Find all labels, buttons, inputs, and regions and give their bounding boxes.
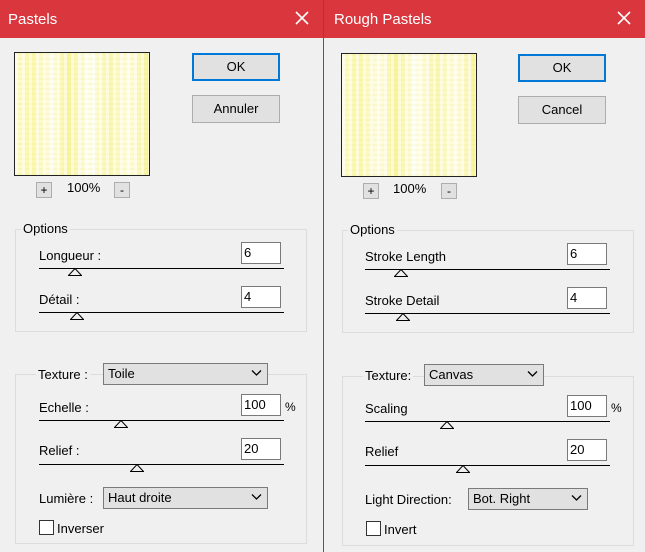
options-label: Options xyxy=(21,221,70,236)
zoom-in-button[interactable]: + xyxy=(36,182,52,198)
preview-image[interactable] xyxy=(14,52,150,176)
zoom-out-button[interactable]: - xyxy=(114,182,130,198)
scaling-input[interactable]: 100 xyxy=(567,395,607,417)
title-bar: Pastels xyxy=(0,0,323,38)
light-direction-value: Bot. Right xyxy=(473,491,531,506)
zoom-out-button[interactable]: - xyxy=(441,183,457,199)
light-direction-select[interactable]: Haut droite xyxy=(103,487,268,509)
stroke-length-input[interactable]: 6 xyxy=(567,243,607,265)
chevron-down-icon xyxy=(251,494,262,500)
chevron-down-icon xyxy=(251,370,262,376)
scaling-unit: % xyxy=(285,400,296,414)
close-icon[interactable] xyxy=(291,7,313,29)
slider-thumb-icon[interactable] xyxy=(396,313,410,321)
zoom-level: 100% xyxy=(393,181,427,196)
slider-thumb-icon[interactable] xyxy=(130,464,144,472)
scaling-slider-track[interactable] xyxy=(39,420,284,421)
pastels-dialog: Pastels + 100% - OK Annuler Options Long… xyxy=(0,0,323,552)
stroke-detail-label: Stroke Detail xyxy=(365,293,440,308)
dialog-title: Pastels xyxy=(8,11,58,28)
rough-pastels-dialog: Rough Pastels + 100% - OK Cancel Options… xyxy=(323,0,645,552)
preview-image[interactable] xyxy=(341,53,477,177)
light-direction-label: Light Direction: xyxy=(365,492,452,507)
texture-select-value: Toile xyxy=(108,366,135,381)
relief-input[interactable]: 20 xyxy=(567,439,607,461)
scaling-label: Scaling xyxy=(365,401,408,416)
texture-select-value: Canvas xyxy=(429,367,474,382)
texture-label: Texture: xyxy=(363,368,414,383)
relief-input[interactable]: 20 xyxy=(241,438,281,460)
texture-label: Texture : xyxy=(36,367,90,382)
chevron-down-icon xyxy=(527,371,538,377)
options-label: Options xyxy=(348,222,397,237)
cancel-button[interactable]: Annuler xyxy=(192,95,280,123)
slider-thumb-icon[interactable] xyxy=(456,465,470,473)
slider-thumb-icon[interactable] xyxy=(394,269,408,277)
light-direction-select[interactable]: Bot. Right xyxy=(468,488,588,510)
scaling-input[interactable]: 100 xyxy=(241,394,281,416)
zoom-in-button[interactable]: + xyxy=(363,183,379,199)
stroke-detail-input[interactable]: 4 xyxy=(567,287,607,309)
stroke-length-label: Stroke Length xyxy=(365,249,446,264)
texture-select[interactable]: Toile xyxy=(103,363,268,385)
title-bar: Rough Pastels xyxy=(324,0,645,38)
relief-slider-track[interactable] xyxy=(39,464,284,465)
relief-label: Relief : xyxy=(39,443,80,458)
slider-thumb-icon[interactable] xyxy=(440,421,454,429)
chevron-down-icon xyxy=(571,495,582,501)
light-direction-label: Lumière : xyxy=(39,491,94,506)
stroke-detail-label: Détail : xyxy=(39,292,80,307)
close-icon[interactable] xyxy=(613,7,635,29)
zoom-level: 100% xyxy=(67,180,101,195)
invert-checkbox[interactable] xyxy=(39,520,54,535)
ok-button[interactable]: OK xyxy=(192,53,280,81)
scaling-slider-track[interactable] xyxy=(365,421,610,422)
invert-label: Invert xyxy=(384,522,417,537)
light-direction-value: Haut droite xyxy=(108,490,172,505)
scaling-unit: % xyxy=(611,401,622,415)
stroke-length-input[interactable]: 6 xyxy=(241,242,281,264)
slider-thumb-icon[interactable] xyxy=(70,312,84,320)
invert-checkbox[interactable] xyxy=(366,521,381,536)
stroke-detail-input[interactable]: 4 xyxy=(241,286,281,308)
invert-label: Inverser xyxy=(57,521,104,536)
slider-thumb-icon[interactable] xyxy=(114,420,128,428)
cancel-button[interactable]: Cancel xyxy=(518,96,606,124)
scaling-label: Echelle : xyxy=(39,400,89,415)
dialog-title: Rough Pastels xyxy=(334,11,432,28)
ok-button[interactable]: OK xyxy=(518,54,606,82)
texture-select[interactable]: Canvas xyxy=(424,364,544,386)
relief-slider-track[interactable] xyxy=(365,465,610,466)
slider-thumb-icon[interactable] xyxy=(68,268,82,276)
relief-label: Relief xyxy=(365,444,399,459)
stroke-length-label: Longueur : xyxy=(39,248,102,263)
